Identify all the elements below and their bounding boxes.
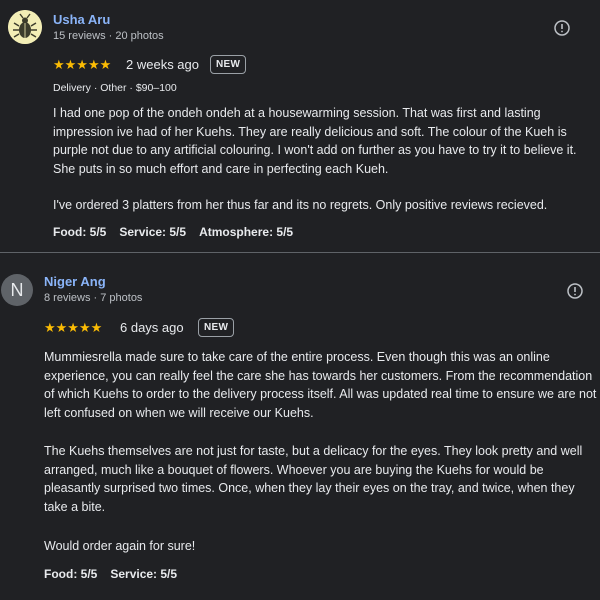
reviewer-name[interactable]: Usha Aru [53,12,110,27]
service-rating: Service: 5/5 [119,225,187,239]
reviewer-stats: 8 reviews · 7 photos [44,292,143,304]
review-card: Usha Aru 15 reviews · 20 photos ★★★★★ 2 … [0,0,600,252]
review-time: 2 weeks ago [126,57,199,72]
divider [0,252,600,253]
sub-ratings: Food: 5/5 Service: 5/5 [44,567,190,581]
avatar-initial: N [10,279,24,300]
review-time: 6 days ago [120,320,184,335]
new-badge: NEW [198,318,235,337]
review-paragraph: Would order again for sure! [44,539,196,553]
beetle-avatar-icon [8,10,42,44]
food-rating: Food: 5/5 [44,567,98,581]
service-rating: Service: 5/5 [110,567,178,581]
review-tags: Delivery · Other · $90–100 [53,82,177,94]
star-rating: ★★★★★ [44,320,103,335]
reviewer-stats: 15 reviews · 20 photos [53,30,164,42]
avatar[interactable]: N [1,274,33,306]
sub-ratings: Food: 5/5 Service: 5/5 Atmosphere: 5/5 [53,225,306,239]
food-rating: Food: 5/5 [53,225,107,239]
atmosphere-rating: Atmosphere: 5/5 [199,225,294,239]
new-badge: NEW [210,55,247,74]
report-review-icon[interactable] [554,20,570,36]
star-rating: ★★★★★ [53,57,112,72]
reviewer-name[interactable]: Niger Ang [44,274,106,289]
review-paragraph: I've ordered 3 platters from her thus fa… [53,198,548,212]
review-paragraph: I had one pop of the ondeh ondeh at a ho… [53,106,577,176]
review-paragraph: The Kuehs themselves are not just for ta… [44,444,583,514]
avatar[interactable] [8,10,42,44]
report-review-icon[interactable] [567,283,583,299]
review-paragraph: Mummiesrella made sure to take care of t… [44,350,597,420]
